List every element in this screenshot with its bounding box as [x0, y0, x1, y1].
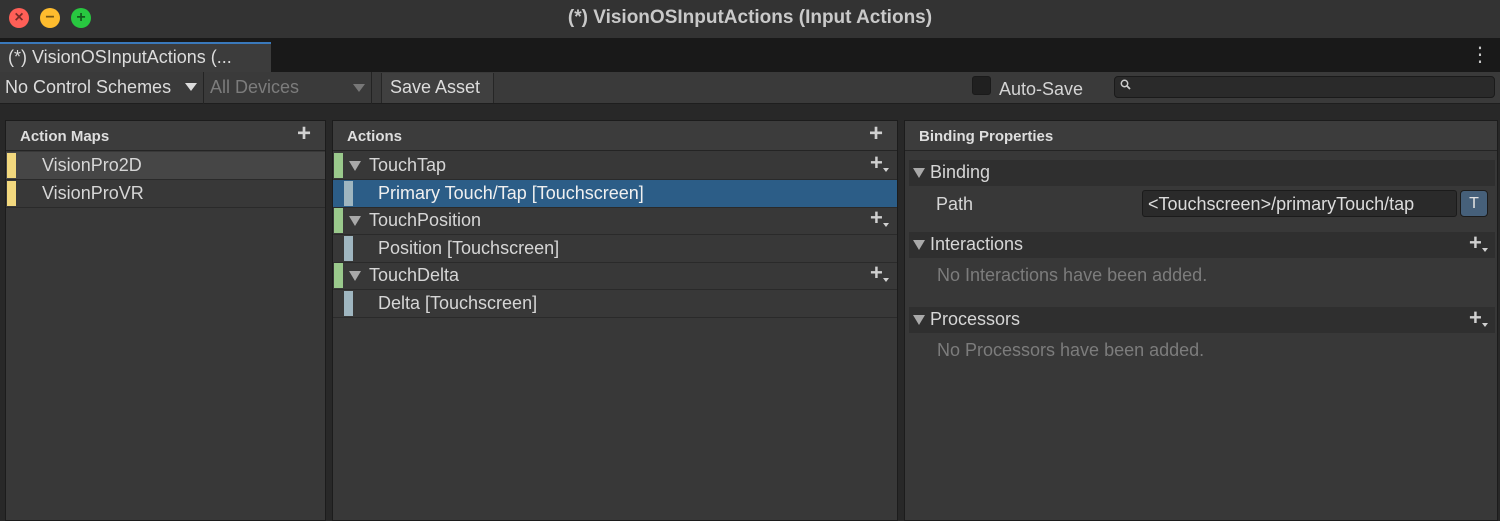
tab-input-actions[interactable]: (*) VisionOSInputActions (... — [0, 42, 271, 72]
binding-label: Position [Touchscreen] — [378, 238, 560, 258]
binding-label: Primary Touch/Tap [Touchscreen] — [378, 183, 644, 203]
action-map-color-bar — [7, 153, 16, 178]
expand-triangle-icon — [913, 315, 925, 325]
plus-icon: + — [870, 260, 883, 285]
save-asset-button[interactable]: Save Asset — [381, 73, 494, 103]
plus-icon: + — [870, 205, 883, 230]
text-mode-toggle-button[interactable]: T — [1460, 190, 1488, 217]
action-color-bar — [334, 208, 343, 233]
action-map-label: VisionProVR — [42, 183, 144, 203]
path-label: Path — [936, 194, 974, 214]
expand-triangle-icon[interactable] — [349, 161, 361, 171]
expand-triangle-icon — [913, 168, 925, 178]
add-binding-button[interactable]: + — [870, 260, 892, 286]
action-maps-panel: Action Maps + VisionPro2D VisionProVR — [5, 120, 326, 521]
actions-panel: Actions + TouchTap + Primary Touch/Tap [… — [332, 120, 898, 521]
auto-save-checkbox[interactable] — [972, 76, 991, 95]
binding-properties-title: Binding Properties — [919, 128, 1054, 145]
auto-save-label: Auto-Save — [999, 79, 1084, 99]
expand-triangle-icon — [913, 240, 925, 250]
zoom-icon: + — [76, 9, 86, 26]
add-action-button[interactable]: + — [869, 122, 883, 146]
minimize-window-button[interactable]: − — [40, 8, 60, 28]
processors-section-label: Processors — [930, 309, 1021, 329]
action-item-touchdelta[interactable]: TouchDelta + — [333, 262, 897, 290]
chevron-down-icon — [185, 83, 197, 91]
binding-properties-header: Binding Properties — [905, 121, 1497, 151]
binding-properties-panel: Binding Properties Binding Interactions … — [904, 120, 1498, 521]
close-icon: × — [14, 9, 24, 26]
action-map-item[interactable]: VisionPro2D — [6, 152, 325, 180]
add-binding-button[interactable]: + — [870, 150, 892, 176]
action-color-bar — [334, 153, 343, 178]
search-icon — [1120, 79, 1131, 93]
control-schemes-dropdown[interactable]: No Control Schemes — [0, 72, 203, 104]
expand-triangle-icon[interactable] — [349, 216, 361, 226]
search-input[interactable] — [1114, 76, 1495, 98]
interactions-empty-message: No Interactions have been added. — [937, 265, 1208, 285]
binding-section-header[interactable]: Binding — [909, 160, 1495, 186]
binding-item-delta[interactable]: Delta [Touchscreen] — [333, 290, 897, 318]
devices-dropdown[interactable]: All Devices — [205, 72, 371, 104]
action-maps-header: Action Maps — [6, 121, 325, 151]
toolbar-divider — [203, 72, 204, 104]
action-label: TouchTap — [369, 155, 447, 175]
interactions-section-label: Interactions — [930, 234, 1024, 254]
plus-icon: + — [1469, 305, 1482, 330]
binding-path-field[interactable]: <Touchscreen>/primaryTouch/tap — [1142, 190, 1457, 217]
action-label: TouchDelta — [369, 265, 460, 285]
dropdown-arrow-icon — [883, 223, 889, 227]
action-label: TouchPosition — [369, 210, 482, 230]
action-map-item[interactable]: VisionProVR — [6, 180, 325, 208]
dropdown-arrow-icon — [883, 278, 889, 282]
action-item-touchtap[interactable]: TouchTap + — [333, 152, 897, 180]
action-maps-title: Action Maps — [20, 128, 110, 145]
window-title: (*) VisionOSInputActions (Input Actions) — [567, 7, 933, 28]
actions-title: Actions — [347, 128, 403, 145]
binding-color-bar — [344, 236, 353, 261]
add-interaction-button[interactable]: + — [1469, 230, 1491, 256]
binding-item-position[interactable]: Position [Touchscreen] — [333, 235, 897, 263]
processors-section-header[interactable]: Processors + — [909, 307, 1495, 333]
actions-header: Actions — [333, 121, 897, 151]
action-map-label: VisionPro2D — [42, 155, 142, 175]
binding-label: Delta [Touchscreen] — [378, 293, 538, 313]
binding-color-bar — [344, 181, 353, 206]
dropdown-arrow-icon — [1482, 323, 1488, 327]
processors-empty-message: No Processors have been added. — [937, 340, 1205, 360]
toolbar-divider — [371, 72, 372, 104]
add-processor-button[interactable]: + — [1469, 305, 1491, 331]
more-options-icon[interactable]: ⋮ — [1470, 44, 1490, 68]
action-color-bar — [334, 263, 343, 288]
add-binding-button[interactable]: + — [870, 205, 892, 231]
expand-triangle-icon[interactable] — [349, 271, 361, 281]
minimize-icon: − — [45, 9, 55, 26]
dropdown-arrow-icon — [883, 168, 889, 172]
plus-icon: + — [1469, 230, 1482, 255]
binding-section-label: Binding — [930, 162, 991, 182]
plus-icon: + — [870, 150, 883, 175]
chevron-down-icon — [353, 84, 365, 92]
interactions-section-header[interactable]: Interactions + — [909, 232, 1495, 258]
dropdown-arrow-icon — [1482, 248, 1488, 252]
control-schemes-label: No Control Schemes — [5, 77, 172, 97]
add-action-map-button[interactable]: + — [297, 122, 311, 146]
action-map-color-bar — [7, 181, 16, 206]
close-window-button[interactable]: × — [9, 8, 29, 28]
zoom-window-button[interactable]: + — [71, 8, 91, 28]
binding-color-bar — [344, 291, 353, 316]
action-item-touchposition[interactable]: TouchPosition + — [333, 207, 897, 235]
devices-label: All Devices — [210, 77, 300, 97]
binding-item-primary-touch-tap[interactable]: Primary Touch/Tap [Touchscreen] — [333, 180, 897, 208]
